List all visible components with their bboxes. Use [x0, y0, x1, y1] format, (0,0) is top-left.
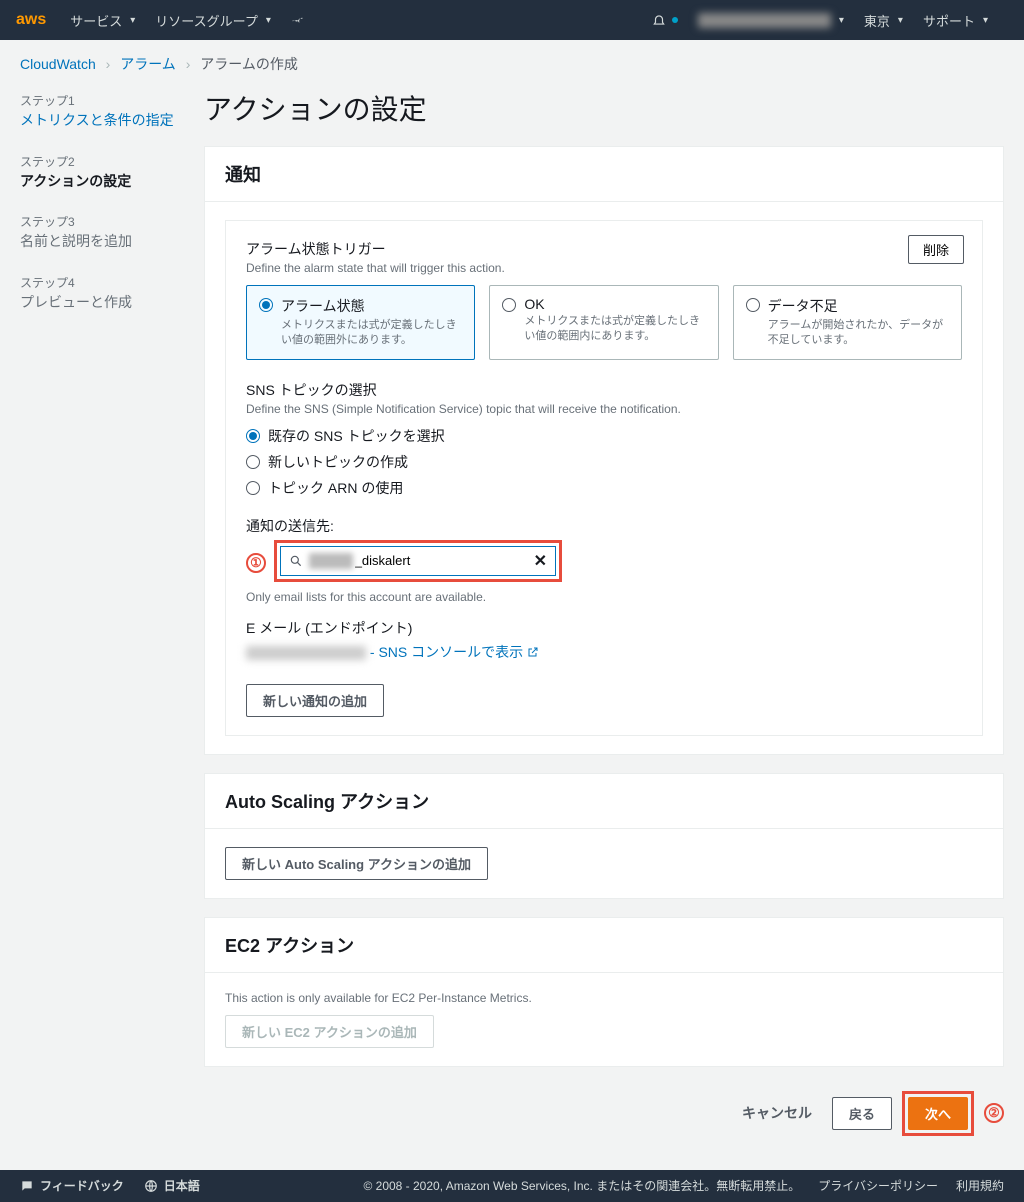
radio-icon: [246, 455, 260, 469]
notification-dot-icon: [672, 17, 678, 23]
add-notification-button[interactable]: 新しい通知の追加: [246, 684, 384, 717]
main-content: アクションの設定 通知 削除 アラーム状態トリガー Define the ala…: [204, 88, 1004, 1150]
step4-label: ステップ4: [20, 274, 180, 291]
notification-panel: 通知 削除 アラーム状態トリガー Define the alarm state …: [204, 146, 1004, 755]
nav-support[interactable]: サポート: [923, 11, 988, 30]
back-button[interactable]: 戻る: [832, 1097, 892, 1130]
notification-block: 削除 アラーム状態トリガー Define the alarm state tha…: [225, 220, 983, 736]
trigger-desc-text: メトリクスまたは式が定義したしきい値の範囲内にあります。: [524, 314, 705, 345]
top-nav: aws サービス リソースグループ ████████████ ... 東京 サポ…: [0, 0, 1024, 40]
pin-icon[interactable]: [291, 13, 305, 27]
step1-label: ステップ1: [20, 92, 180, 109]
sns-option-label: トピック ARN の使用: [268, 478, 403, 498]
sns-option-label: 新しいトピックの作成: [268, 452, 408, 472]
breadcrumb-cloudwatch[interactable]: CloudWatch: [20, 56, 96, 72]
sns-topic-input[interactable]: [355, 553, 534, 568]
sns-console-link[interactable]: - SNS コンソールで表示: [370, 644, 539, 660]
globe-icon: [144, 1179, 158, 1193]
radio-icon: [246, 429, 260, 443]
autoscaling-header: Auto Scaling アクション: [205, 774, 1003, 829]
annotation-1: ①: [246, 553, 266, 573]
chat-icon: [20, 1179, 34, 1193]
autoscaling-panel: Auto Scaling アクション 新しい Auto Scaling アクショ…: [204, 773, 1004, 899]
annotation-2: ②: [984, 1103, 1004, 1123]
nav-services[interactable]: サービス: [70, 11, 135, 30]
notification-header: 通知: [205, 147, 1003, 202]
step3-title: 名前と説明を追加: [20, 232, 180, 252]
chevron-right-icon: ›: [106, 56, 111, 72]
trigger-label: アラーム状態: [281, 296, 462, 316]
nav-account[interactable]: ████████████ ...: [698, 13, 844, 28]
aws-logo[interactable]: aws: [16, 11, 46, 29]
step2-label: ステップ2: [20, 153, 180, 170]
trigger-title: アラーム状態トリガー: [246, 239, 962, 259]
cancel-button[interactable]: キャンセル: [742, 1103, 812, 1123]
send-to-label: 通知の送信先:: [246, 516, 962, 536]
email-endpoint-label: E メール (エンドポイント): [246, 618, 962, 638]
trigger-label: データ不足: [768, 296, 949, 316]
breadcrumb: CloudWatch › アラーム › アラームの作成: [0, 40, 1024, 88]
page-title: アクションの設定: [204, 88, 1004, 128]
radio-icon: [246, 481, 260, 495]
delete-notification-button[interactable]: 削除: [908, 235, 964, 264]
language-selector[interactable]: 日本語: [144, 1177, 200, 1194]
annotation-highlight-2: 次へ: [902, 1091, 974, 1136]
trigger-alarm-state[interactable]: アラーム状態 メトリクスまたは式が定義したしきい値の範囲外にあります。: [246, 285, 475, 360]
ec2-panel: EC2 アクション This action is only available …: [204, 917, 1004, 1067]
copyright-text: © 2008 - 2020, Amazon Web Services, Inc.…: [363, 1177, 800, 1194]
email-endpoint-value: hidden: [246, 646, 366, 660]
feedback-link[interactable]: フィードバック: [20, 1177, 124, 1194]
trigger-desc: Define the alarm state that will trigger…: [246, 261, 962, 275]
trigger-desc-text: メトリクスまたは式が定義したしきい値の範囲外にあります。: [281, 318, 462, 349]
trigger-label: OK: [524, 296, 705, 312]
annotation-highlight-1: ████ ✕: [274, 540, 562, 582]
breadcrumb-current: アラームの作成: [200, 56, 298, 72]
clear-icon[interactable]: ✕: [534, 551, 547, 571]
sns-option-label: 既存の SNS トピックを選択: [268, 426, 445, 446]
trigger-insufficient-data[interactable]: データ不足 アラームが開始されたか、データが不足しています。: [733, 285, 962, 360]
step1-link[interactable]: メトリクスと条件の指定: [20, 111, 180, 131]
sns-option-new[interactable]: 新しいトピックの作成: [246, 452, 962, 472]
privacy-link[interactable]: プライバシーポリシー: [818, 1177, 938, 1194]
wizard-steps: ステップ1 メトリクスと条件の指定 ステップ2 アクションの設定 ステップ3 名…: [20, 88, 180, 1150]
trigger-ok[interactable]: OK メトリクスまたは式が定義したしきい値の範囲内にあります。: [489, 285, 718, 360]
step2-current: アクションの設定: [20, 172, 180, 192]
nav-resource-groups[interactable]: リソースグループ: [155, 11, 271, 30]
email-endpoint-row: hidden - SNS コンソールで表示: [246, 642, 962, 662]
search-note: Only email lists for this account are av…: [246, 590, 962, 604]
chevron-right-icon: ›: [186, 56, 191, 72]
step4-title: プレビューと作成: [20, 293, 180, 313]
sns-topic-search[interactable]: ████ ✕: [280, 546, 556, 576]
external-link-icon: [527, 644, 539, 660]
wizard-footer: キャンセル 戻る 次へ ②: [204, 1085, 1004, 1150]
nav-region[interactable]: 東京: [864, 11, 903, 30]
bottom-bar: フィードバック 日本語 © 2008 - 2020, Amazon Web Se…: [0, 1170, 1024, 1202]
radio-icon: [502, 298, 516, 312]
ec2-note: This action is only available for EC2 Pe…: [225, 991, 983, 1005]
sns-option-existing[interactable]: 既存の SNS トピックを選択: [246, 426, 962, 446]
trigger-desc-text: アラームが開始されたか、データが不足しています。: [768, 318, 949, 349]
next-button[interactable]: 次へ: [908, 1097, 968, 1130]
radio-icon: [746, 298, 760, 312]
search-icon: [289, 554, 303, 568]
breadcrumb-alarms[interactable]: アラーム: [120, 56, 176, 72]
ec2-header: EC2 アクション: [205, 918, 1003, 973]
nav-notifications[interactable]: [652, 13, 678, 27]
terms-link[interactable]: 利用規約: [956, 1177, 1004, 1194]
add-autoscaling-action-button[interactable]: 新しい Auto Scaling アクションの追加: [225, 847, 488, 880]
sns-title: SNS トピックの選択: [246, 380, 962, 400]
step3-label: ステップ3: [20, 213, 180, 230]
sns-desc: Define the SNS (Simple Notification Serv…: [246, 402, 962, 416]
add-ec2-action-button: 新しい EC2 アクションの追加: [225, 1015, 434, 1048]
sns-option-arn[interactable]: トピック ARN の使用: [246, 478, 962, 498]
radio-icon: [259, 298, 273, 312]
